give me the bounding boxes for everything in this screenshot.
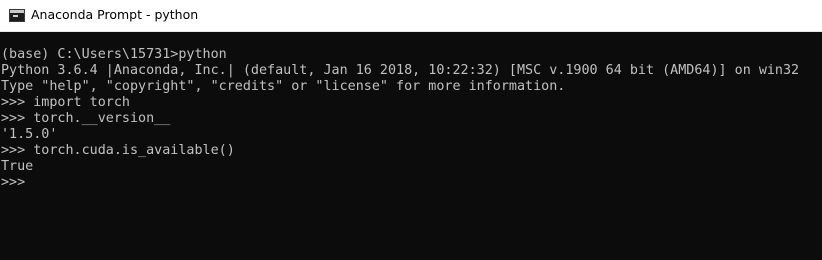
console-prompt-line[interactable]: >>> <box>0 175 822 191</box>
title-bar[interactable]: Anaconda Prompt - python <box>0 0 822 32</box>
console-line: (base) C:\Users\15731>python <box>1 47 227 62</box>
console-line: >>> import torch <box>1 95 130 110</box>
console-line: >>> torch.__version__ <box>1 111 171 126</box>
console-line: >>> torch.cuda.is_available() <box>1 143 235 158</box>
console-output[interactable]: (base) C:\Users\15731>python Python 3.6.… <box>0 32 822 260</box>
console-line: True <box>1 159 34 174</box>
console-line: Type "help", "copyright", "credits" or "… <box>1 79 566 94</box>
terminal-window: Anaconda Prompt - python (base) C:\Users… <box>0 0 822 260</box>
console-window-icon <box>9 9 25 22</box>
console-line: '1.5.0' <box>1 127 58 142</box>
window-title: Anaconda Prompt - python <box>31 7 199 22</box>
console-line: Python 3.6.4 |Anaconda, Inc.| (default, … <box>1 63 800 78</box>
